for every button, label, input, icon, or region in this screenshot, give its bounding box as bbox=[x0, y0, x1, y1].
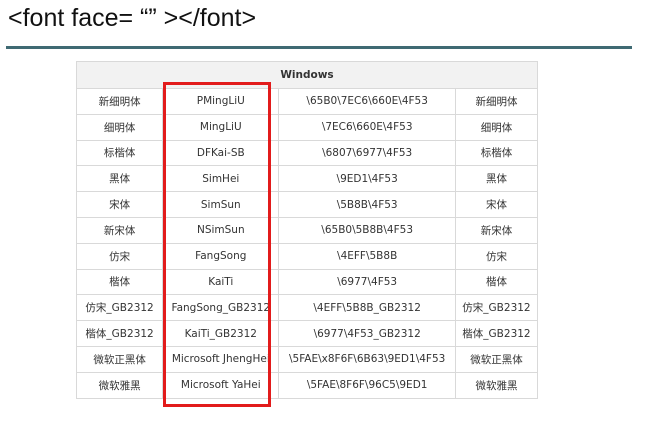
unicode-escape-cell: \5B8B\4F53 bbox=[278, 191, 456, 218]
table-row: 楷体_GB2312 KaiTi_GB2312 \6977\4F53_GB2312 楷体… bbox=[75, 320, 539, 347]
unicode-escape-cell: \5FAE\8F6F\96C5\9ED1 bbox=[278, 371, 456, 399]
table-row: 微软正黑体 Microsoft JhengHei \5FAE\x8F6F\6B63\… bbox=[75, 345, 539, 373]
english-name-cell: FangSong bbox=[162, 242, 280, 270]
table-body: 新细明体 PMingLiU \65B0\7EC6\660E\4F53 新细明体 细明体 M… bbox=[75, 88, 539, 399]
chinese-name-repeat-cell: 黑体 bbox=[454, 165, 539, 193]
chinese-name-cell: 新细明体 bbox=[75, 88, 164, 115]
unicode-escape-cell: \5FAE\x8F6F\6B63\9ED1\4F53 bbox=[278, 345, 456, 373]
chinese-name-repeat-cell: 微软雅黑 bbox=[454, 371, 539, 399]
unicode-escape-cell: \7EC6\660E\4F53 bbox=[278, 113, 456, 141]
chinese-name-cell: 标楷体 bbox=[75, 139, 164, 167]
chinese-name-repeat-cell: 仿宋_GB2312 bbox=[454, 294, 539, 322]
chinese-name-cell: 仿宋_GB2312 bbox=[75, 294, 164, 322]
font-name-table: Windows 新细明体 PMingLiU \65B0\7EC6\660E\4F53… bbox=[75, 61, 539, 399]
table-row: 微软雅黑 Microsoft YaHei \5FAE\8F6F\96C5\9ED1 微… bbox=[75, 371, 539, 399]
table-row: 黑体 SimHei \9ED1\4F53 黑体 bbox=[75, 165, 539, 193]
chinese-name-cell: 微软正黑体 bbox=[75, 345, 164, 373]
english-name-cell: NSimSun bbox=[162, 216, 280, 244]
english-name-cell: KaiTi bbox=[162, 268, 280, 296]
chinese-name-cell: 细明体 bbox=[75, 113, 164, 141]
chinese-name-cell: 宋体 bbox=[75, 191, 164, 218]
chinese-name-repeat-cell: 新宋体 bbox=[454, 216, 539, 244]
unicode-escape-cell: \4EFF\5B8B_GB2312 bbox=[278, 294, 456, 322]
chinese-name-cell: 楷体_GB2312 bbox=[75, 320, 164, 347]
chinese-name-cell: 楷体 bbox=[75, 268, 164, 296]
unicode-escape-cell: \65B0\7EC6\660E\4F53 bbox=[278, 88, 456, 115]
slide-title: <font face= “” ></font> bbox=[8, 4, 257, 32]
english-name-cell: KaiTi_GB2312 bbox=[162, 320, 280, 347]
table-row: 标楷体 DFKai-SB \6807\6977\4F53 标楷体 bbox=[75, 139, 539, 167]
english-name-cell: PMingLiU bbox=[162, 88, 280, 115]
english-name-cell: SimSun bbox=[162, 191, 280, 218]
table-row: 细明体 MingLiU \7EC6\660E\4F53 细明体 bbox=[75, 113, 539, 141]
chinese-name-cell: 黑体 bbox=[75, 165, 164, 193]
table-row: 仿宋_GB2312 FangSong_GB2312 \4EFF\5B8B_GB231… bbox=[75, 294, 539, 322]
english-name-cell: SimHei bbox=[162, 165, 280, 193]
chinese-name-cell: 微软雅黑 bbox=[75, 371, 164, 399]
chinese-name-repeat-cell: 宋体 bbox=[454, 191, 539, 218]
chinese-name-repeat-cell: 仿宋 bbox=[454, 242, 539, 270]
unicode-escape-cell: \4EFF\5B8B bbox=[278, 242, 456, 270]
chinese-name-repeat-cell: 微软正黑体 bbox=[454, 345, 539, 373]
english-name-cell: Microsoft JhengHei bbox=[162, 345, 280, 373]
english-name-cell: FangSong_GB2312 bbox=[162, 294, 280, 322]
unicode-escape-cell: \9ED1\4F53 bbox=[278, 165, 456, 193]
english-name-cell: MingLiU bbox=[162, 113, 280, 141]
english-name-cell: DFKai-SB bbox=[162, 139, 280, 167]
chinese-name-repeat-cell: 细明体 bbox=[454, 113, 539, 141]
unicode-escape-cell: \6977\4F53_GB2312 bbox=[278, 320, 456, 347]
table-row: 新宋体 NSimSun \65B0\5B8B\4F53 新宋体 bbox=[75, 216, 539, 244]
table-row: 新细明体 PMingLiU \65B0\7EC6\660E\4F53 新细明体 bbox=[75, 88, 539, 115]
table-row: 楷体 KaiTi \6977\4F53 楷体 bbox=[75, 268, 539, 296]
table-header-windows: Windows bbox=[76, 61, 538, 89]
table-row: 仿宋 FangSong \4EFF\5B8B 仿宋 bbox=[75, 242, 539, 270]
unicode-escape-cell: \65B0\5B8B\4F53 bbox=[278, 216, 456, 244]
chinese-name-cell: 新宋体 bbox=[75, 216, 164, 244]
chinese-name-cell: 仿宋 bbox=[75, 242, 164, 270]
chinese-name-repeat-cell: 楷体_GB2312 bbox=[454, 320, 539, 347]
chinese-name-repeat-cell: 楷体 bbox=[454, 268, 539, 296]
unicode-escape-cell: \6807\6977\4F53 bbox=[278, 139, 456, 167]
chinese-name-repeat-cell: 新细明体 bbox=[454, 88, 539, 115]
table-row: 宋体 SimSun \5B8B\4F53 宋体 bbox=[75, 191, 539, 218]
title-divider bbox=[6, 46, 632, 49]
english-name-cell: Microsoft YaHei bbox=[162, 371, 280, 399]
chinese-name-repeat-cell: 标楷体 bbox=[454, 139, 539, 167]
unicode-escape-cell: \6977\4F53 bbox=[278, 268, 456, 296]
